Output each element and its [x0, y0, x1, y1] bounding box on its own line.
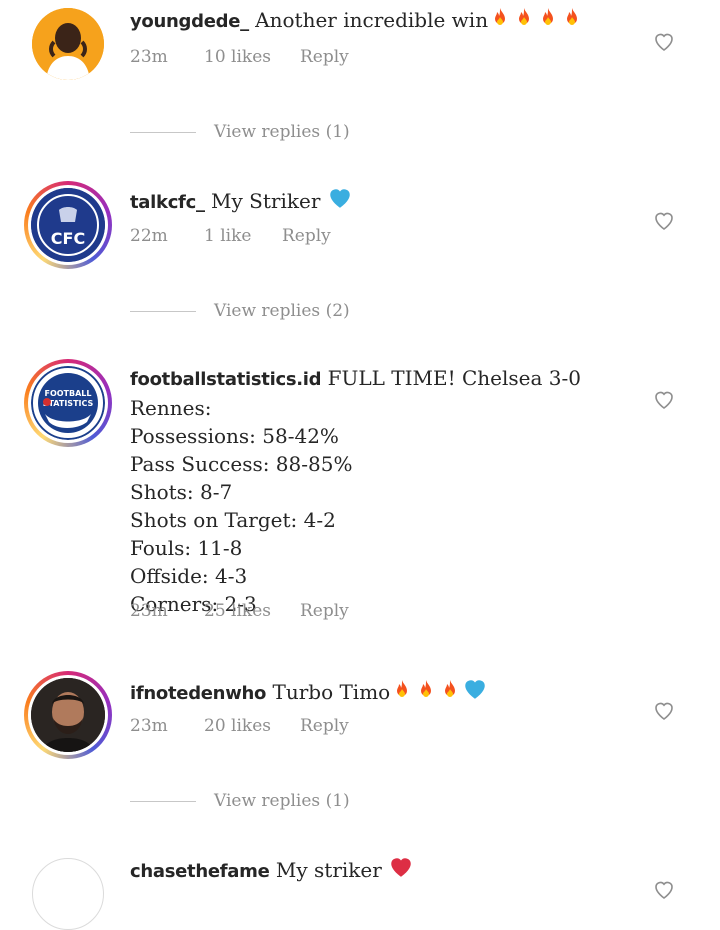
- person-avatar-icon: [32, 8, 104, 80]
- like-heart-icon[interactable]: [652, 699, 676, 723]
- avatar[interactable]: FOOTBALL STATISTICS: [24, 359, 112, 447]
- football-statistics-logo-icon: FOOTBALL STATISTICS: [31, 366, 105, 440]
- avatar[interactable]: [32, 858, 104, 930]
- fire-emoji-icon: [390, 680, 462, 704]
- view-replies-button[interactable]: View replies (2): [130, 301, 350, 321]
- view-replies-button[interactable]: View replies (1): [130, 791, 350, 811]
- comment-time: 23m: [130, 47, 168, 67]
- stat-line: Fouls: 11-8: [130, 536, 243, 560]
- username[interactable]: youngdede_: [130, 11, 249, 32]
- like-heart-icon[interactable]: [652, 388, 676, 412]
- comment-time: 22m: [130, 226, 168, 246]
- stat-line: Possessions: 58-42%: [130, 424, 339, 448]
- comment-time: 23m: [130, 601, 168, 621]
- replies-divider: [130, 310, 196, 312]
- blue-heart-emoji-icon: [462, 680, 488, 704]
- reply-button[interactable]: Reply: [300, 47, 349, 67]
- comment-time: 23m: [130, 716, 168, 736]
- likes-count[interactable]: 20 likes: [204, 716, 300, 736]
- comment-text: My Striker: [211, 189, 321, 213]
- replies-divider: [130, 800, 196, 802]
- fire-emoji-icon: [488, 8, 584, 32]
- cfc-badge-icon: CFC: [31, 188, 105, 262]
- comment-text: Turbo Timo: [272, 680, 391, 704]
- red-heart-emoji-icon: [388, 858, 414, 882]
- svg-text:CFC: CFC: [51, 229, 85, 248]
- like-heart-icon[interactable]: [652, 209, 676, 233]
- reply-button[interactable]: Reply: [282, 226, 331, 246]
- username[interactable]: talkcfc_: [130, 192, 205, 213]
- likes-count[interactable]: 25 likes: [204, 601, 300, 621]
- likes-count[interactable]: 10 likes: [204, 47, 300, 67]
- like-heart-icon[interactable]: [652, 878, 676, 902]
- avatar[interactable]: CFC: [24, 181, 112, 269]
- reply-button[interactable]: Reply: [300, 601, 349, 621]
- username[interactable]: ifnotedenwho: [130, 683, 266, 704]
- avatar[interactable]: [24, 671, 112, 759]
- reply-button[interactable]: Reply: [300, 716, 349, 736]
- stat-line: Shots: 8-7: [130, 480, 233, 504]
- svg-text:FOOTBALL: FOOTBALL: [44, 389, 91, 398]
- avatar[interactable]: [32, 8, 104, 80]
- like-heart-icon[interactable]: [652, 30, 676, 54]
- replies-divider: [130, 131, 196, 133]
- view-replies-button[interactable]: View replies (1): [130, 122, 350, 142]
- username[interactable]: chasethefame: [130, 861, 270, 882]
- person-avatar-icon: [31, 678, 105, 752]
- likes-count[interactable]: 1 like: [204, 226, 282, 246]
- stat-line: Offside: 4-3: [130, 564, 248, 588]
- blue-heart-emoji-icon: [327, 189, 353, 213]
- stat-line: Pass Success: 88-85%: [130, 452, 353, 476]
- stat-line: Shots on Target: 4-2: [130, 508, 336, 532]
- comment-text: My striker: [275, 858, 382, 882]
- comment-text: Another incredible win: [255, 8, 489, 32]
- username[interactable]: footballstatistics.id: [130, 369, 322, 390]
